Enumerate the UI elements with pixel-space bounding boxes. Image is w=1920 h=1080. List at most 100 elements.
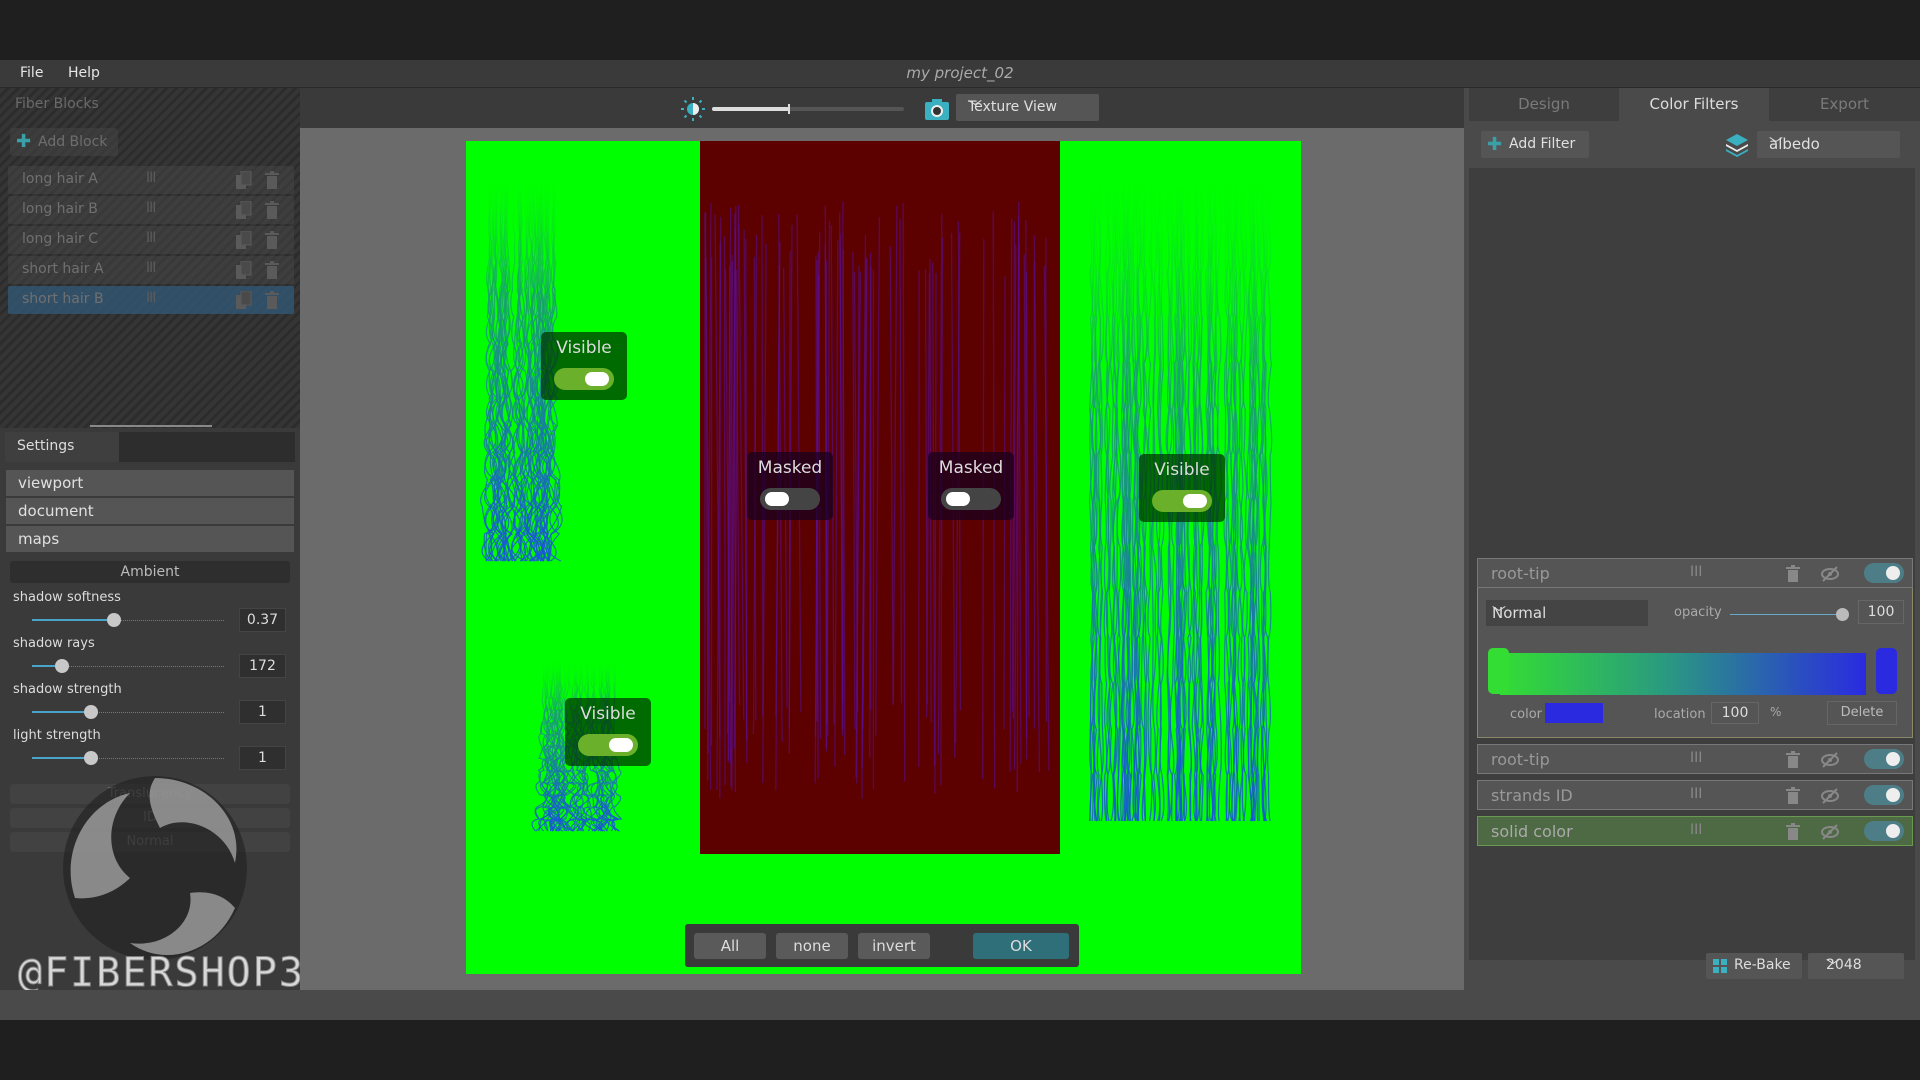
- panel-splitter-handle[interactable]: [90, 425, 212, 427]
- gradient-stop-end[interactable]: [1876, 648, 1897, 694]
- color-swatch[interactable]: [1544, 702, 1604, 724]
- masked-strand: [1016, 216, 1020, 793]
- trash-icon[interactable]: [264, 261, 280, 279]
- slider-label: shadow strength: [13, 682, 122, 697]
- filter-enable-toggle[interactable]: [1864, 749, 1904, 769]
- location-input[interactable]: 100: [1711, 702, 1759, 724]
- slider-value-input[interactable]: 1: [239, 746, 286, 770]
- camera-icon[interactable]: [924, 97, 950, 121]
- drag-handle-icon[interactable]: III: [1690, 750, 1702, 766]
- trash-icon[interactable]: [264, 291, 280, 309]
- opacity-slider-handle[interactable]: [1836, 608, 1849, 621]
- filter-enable-toggle[interactable]: [1864, 563, 1904, 583]
- drag-handle-icon[interactable]: III: [146, 290, 156, 306]
- trash-icon[interactable]: [1786, 787, 1800, 804]
- select-all-button[interactable]: All: [694, 933, 766, 959]
- slider-handle[interactable]: [84, 751, 98, 765]
- opacity-input[interactable]: 100: [1858, 600, 1904, 624]
- select-none-button[interactable]: none: [776, 933, 848, 959]
- settings-slider[interactable]: [32, 613, 224, 627]
- trash-icon[interactable]: [1786, 565, 1800, 582]
- drag-handle-icon[interactable]: III: [146, 170, 156, 186]
- add-filter-button[interactable]: ✚ Add Filter: [1481, 131, 1589, 158]
- filter-row[interactable]: strands ID III: [1477, 780, 1913, 810]
- gradient-stop-start[interactable]: [1488, 648, 1509, 694]
- drag-handle-icon[interactable]: III: [146, 260, 156, 276]
- blend-mode-select[interactable]: Normal ﹀: [1486, 600, 1648, 626]
- visibility-toggle[interactable]: [554, 368, 614, 390]
- duplicate-icon[interactable]: [236, 170, 252, 189]
- chevron-down-icon: ﹀: [968, 100, 982, 116]
- filter-row[interactable]: root-tip III: [1477, 558, 1913, 588]
- eye-off-icon[interactable]: [1821, 566, 1839, 582]
- fiber-block-row[interactable]: long hair A III: [8, 166, 294, 194]
- drag-handle-icon[interactable]: III: [1690, 822, 1702, 838]
- texture-preview[interactable]: [466, 141, 1301, 974]
- tab-settings[interactable]: Settings: [5, 432, 119, 462]
- filter-row[interactable]: root-tip III: [1477, 744, 1913, 774]
- eye-off-icon[interactable]: [1821, 788, 1839, 804]
- duplicate-icon[interactable]: [236, 290, 252, 309]
- brightness-slider[interactable]: [712, 104, 904, 114]
- visibility-toggle[interactable]: [578, 734, 638, 756]
- top-bar: [0, 0, 1920, 60]
- filter-enable-toggle[interactable]: [1864, 785, 1904, 805]
- masked-strand: [1034, 261, 1041, 773]
- duplicate-icon[interactable]: [236, 200, 252, 219]
- tab-design[interactable]: Design: [1469, 88, 1619, 121]
- opacity-slider[interactable]: [1730, 608, 1849, 621]
- trash-icon[interactable]: [264, 201, 280, 219]
- ambient-header[interactable]: Ambient: [10, 561, 290, 583]
- delete-stop-button[interactable]: Delete: [1827, 701, 1897, 725]
- visible-badge: Visible: [1139, 454, 1225, 522]
- slider-value-input[interactable]: 172: [239, 654, 286, 678]
- tab-export[interactable]: Export: [1769, 88, 1920, 121]
- drag-handle-icon[interactable]: III: [1690, 786, 1702, 802]
- visibility-toggle[interactable]: [941, 488, 1001, 510]
- settings-slider[interactable]: [32, 705, 224, 719]
- eye-off-icon[interactable]: [1821, 824, 1839, 840]
- toggle-knob: [1183, 494, 1207, 508]
- fiber-block-row[interactable]: long hair B III: [8, 196, 294, 224]
- resolution-select[interactable]: 2048 ﹀: [1808, 953, 1904, 979]
- trash-icon[interactable]: [264, 171, 280, 189]
- gradient-bar[interactable]: [1500, 653, 1866, 695]
- settings-slider[interactable]: [32, 751, 224, 765]
- trash-icon[interactable]: [1786, 823, 1800, 840]
- ok-button[interactable]: OK: [973, 933, 1069, 959]
- trash-icon[interactable]: [264, 231, 280, 249]
- settings-slider[interactable]: [32, 659, 224, 673]
- eye-off-icon[interactable]: [1821, 752, 1839, 768]
- slider-handle[interactable]: [55, 659, 69, 673]
- tab-color-filters[interactable]: Color Filters: [1619, 88, 1769, 121]
- app-window: File Help my project_02 Fiber Blocks ✚ A…: [0, 0, 1920, 1080]
- drag-handle-icon[interactable]: III: [1690, 564, 1702, 580]
- filter-enable-toggle[interactable]: [1864, 821, 1904, 841]
- invert-selection-button[interactable]: invert: [858, 933, 930, 959]
- map-select[interactable]: albedo ﹀: [1757, 131, 1900, 158]
- fiber-block-row[interactable]: short hair B III: [8, 286, 294, 314]
- brightness-slider-handle[interactable]: [787, 104, 790, 114]
- fiber-block-row[interactable]: short hair A III: [8, 256, 294, 284]
- section-document[interactable]: document: [6, 498, 294, 524]
- filter-row[interactable]: solid color III: [1477, 816, 1913, 846]
- duplicate-icon[interactable]: [236, 230, 252, 249]
- visibility-toggle[interactable]: [1152, 490, 1212, 512]
- view-mode-select[interactable]: Texture View ﹀: [956, 94, 1099, 121]
- slider-value-input[interactable]: 0.37: [239, 608, 286, 632]
- drag-handle-icon[interactable]: III: [146, 200, 156, 216]
- slider-handle[interactable]: [84, 705, 98, 719]
- add-block-button[interactable]: ✚ Add Block: [10, 128, 118, 156]
- fiber-block-row[interactable]: long hair C III: [8, 226, 294, 254]
- visibility-toggle[interactable]: [760, 488, 820, 510]
- section-viewport[interactable]: viewport: [6, 470, 294, 496]
- rebake-button[interactable]: Re-Bake: [1706, 953, 1802, 979]
- drag-handle-icon[interactable]: III: [146, 230, 156, 246]
- section-maps[interactable]: maps: [6, 526, 294, 552]
- duplicate-icon[interactable]: [236, 260, 252, 279]
- slider-value-input[interactable]: 1: [239, 700, 286, 724]
- slider-handle[interactable]: [107, 613, 121, 627]
- trash-icon[interactable]: [1786, 751, 1800, 768]
- brightness-icon: [681, 97, 705, 121]
- fiber-block-name: long hair A: [22, 171, 98, 187]
